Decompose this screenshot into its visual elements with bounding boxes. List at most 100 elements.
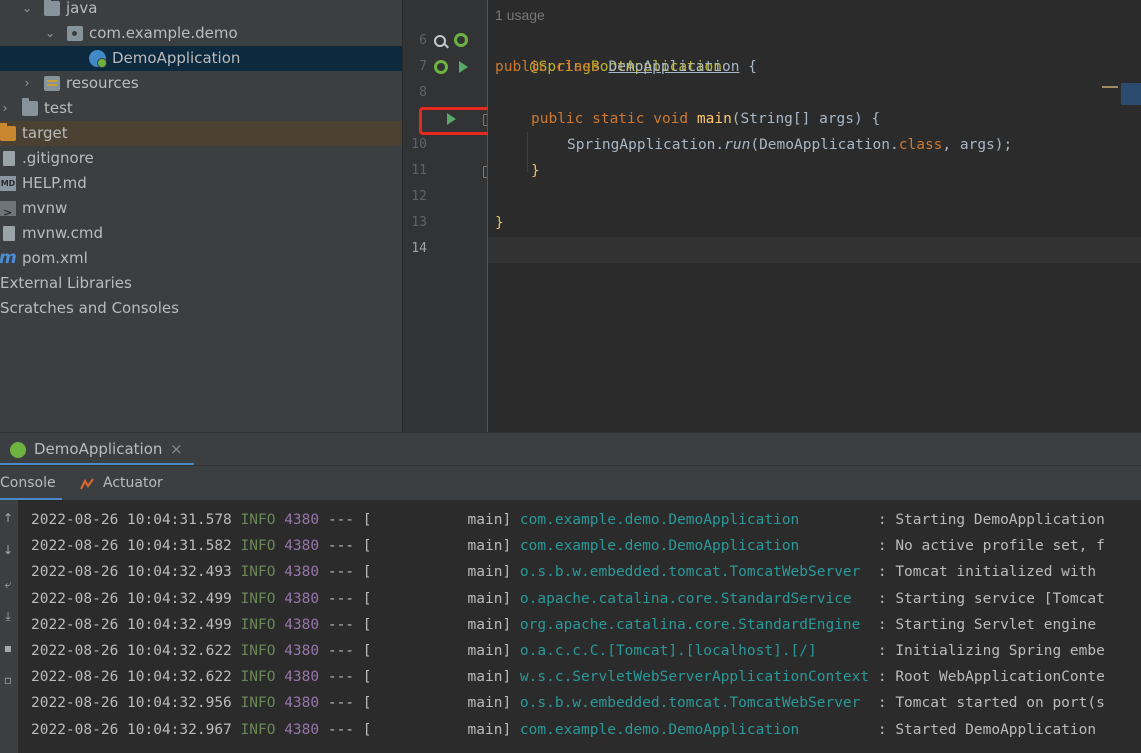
code-editor[interactable]: 1 usage @SpringBootApplication public cl…: [488, 0, 1141, 432]
log-timestamp: 2022-08-26 10:04:32.493: [31, 564, 232, 581]
log-pid: 4380: [284, 616, 320, 633]
log-message: : Initializing Spring embe: [869, 643, 1105, 659]
log-line: 2022-08-26 10:04:32.622 INFO 4380 --- [ …: [31, 638, 1105, 664]
tab-console[interactable]: Console: [0, 466, 56, 501]
log-logger: com.example.demo.DemoApplication: [519, 538, 870, 555]
log-timestamp: 2022-08-26 10:04:32.622: [31, 643, 232, 659]
tree-item-test[interactable]: › test: [0, 96, 402, 121]
log-timestamp: 2022-08-26 10:04:32.499: [31, 616, 232, 633]
line-number: 6: [419, 33, 427, 48]
log-line: 2022-08-26 10:04:32.499 INFO 4380 --- [ …: [31, 612, 1096, 638]
tree-item-package[interactable]: ⌄ com.example.demo: [0, 21, 402, 46]
log-logger: com.example.demo.DemoApplication: [519, 721, 870, 738]
package-icon: [67, 26, 83, 41]
indent-guide: [527, 132, 528, 172]
log-timestamp: 2022-08-26 10:04:32.967: [31, 721, 232, 738]
log-level: INFO: [240, 695, 276, 712]
scrollbar-thumb[interactable]: [1121, 83, 1141, 105]
log-message: : No active profile set, f: [869, 538, 1105, 555]
chevron-down-icon[interactable]: ⌄: [43, 21, 57, 46]
log-level: INFO: [240, 669, 276, 686]
tree-item-help-md[interactable]: MD HELP.md: [0, 171, 402, 196]
log-logger: com.example.demo.DemoApplication: [519, 512, 870, 528]
log-pid: 4380: [284, 721, 320, 738]
log-pid: 4380: [284, 643, 320, 659]
tree-item-demo-application[interactable]: DemoApplication: [0, 46, 402, 71]
log-line: 2022-08-26 10:04:31.582 INFO 4380 --- [ …: [31, 533, 1105, 559]
log-pid: 4380: [284, 669, 320, 686]
log-level: INFO: [240, 512, 276, 528]
spring-bean-icon[interactable]: [434, 60, 448, 74]
log-logger: org.apache.catalina.core.StandardEngine: [519, 616, 870, 633]
log-separator: --- [: [319, 564, 372, 581]
print-icon[interactable]: ▪: [2, 642, 14, 654]
run-class-icon[interactable]: [459, 61, 468, 73]
actuator-icon: [80, 476, 94, 490]
log-level: INFO: [240, 721, 276, 738]
log-thread: main]: [371, 564, 512, 581]
log-logger: o.apache.catalina.core.StandardService: [519, 590, 870, 607]
spring-class-icon: [89, 50, 107, 68]
tree-item-gitignore[interactable]: .gitignore: [0, 146, 402, 171]
log-timestamp: 2022-08-26 10:04:32.622: [31, 669, 232, 686]
run-tab-demo-application[interactable]: DemoApplication ×: [0, 433, 194, 466]
line-number: 10: [411, 137, 427, 152]
log-thread: main]: [371, 695, 512, 712]
folder-icon: [44, 0, 60, 16]
tree-item-pom-xml[interactable]: m pom.xml: [0, 246, 402, 271]
log-level: INFO: [240, 616, 276, 633]
terminal-file-icon: [0, 200, 16, 225]
log-message: : Starting service [Tomcat: [869, 590, 1105, 607]
log-message: : Root WebApplicationConte: [869, 669, 1105, 686]
folder-icon: [22, 98, 38, 116]
log-separator: --- [: [319, 538, 372, 555]
log-logger: w.s.c.ServletWebServerApplicationContext: [519, 669, 870, 686]
tree-item-external-libraries[interactable]: External Libraries: [0, 271, 402, 296]
tree-item-target[interactable]: target: [0, 121, 402, 146]
log-thread: main]: [371, 538, 512, 555]
close-icon[interactable]: ×: [170, 433, 183, 466]
log-line: 2022-08-26 10:04:32.967 INFO 4380 --- [ …: [31, 717, 1096, 743]
log-line: 2022-08-26 10:04:32.493 INFO 4380 --- [ …: [31, 559, 1096, 585]
tab-actuator[interactable]: Actuator: [103, 466, 163, 501]
log-separator: --- [: [319, 695, 372, 712]
log-separator: --- [: [319, 669, 372, 686]
chevron-down-icon[interactable]: ⌄: [20, 0, 34, 21]
current-line-highlight: [488, 237, 1141, 263]
console-output[interactable]: 2022-08-26 10:04:31.578 INFO 4380 --- [ …: [18, 500, 1141, 753]
log-thread: main]: [371, 616, 512, 633]
line-number: 12: [411, 189, 427, 204]
tree-item-resources[interactable]: › resources: [0, 71, 402, 96]
usage-hint[interactable]: 1 usage: [495, 2, 545, 28]
code-line-11: }: [531, 163, 540, 179]
soft-wrap-icon[interactable]: ⤶: [2, 578, 14, 590]
arrow-down-icon[interactable]: ↓: [2, 544, 14, 556]
log-separator: --- [: [319, 590, 372, 607]
project-tree: ⌄ java ⌄ com.example.demo DemoApplicatio…: [0, 0, 402, 432]
find-usages-icon[interactable]: [434, 35, 446, 47]
code-line-9: public static void main(String[] args) {: [531, 111, 881, 127]
log-separator: --- [: [319, 643, 372, 659]
console-side-toolbar: ↑ ↓ ⤶ ⤓ ▪ ▫: [0, 500, 18, 753]
resources-folder-icon: [44, 76, 60, 91]
code-line-10: SpringApplication.run(DemoApplication.cl…: [567, 137, 1013, 153]
line-number: 13: [411, 215, 427, 230]
tree-item-scratches[interactable]: Scratches and Consoles: [0, 296, 402, 321]
log-pid: 4380: [284, 590, 320, 607]
file-icon: [3, 151, 15, 166]
line-number: 14: [411, 241, 427, 256]
tree-item-java[interactable]: ⌄ java: [0, 0, 402, 21]
log-level: INFO: [240, 643, 276, 659]
log-level: INFO: [240, 564, 276, 581]
log-logger: o.s.b.w.embedded.tomcat.TomcatWebServer: [519, 564, 870, 581]
tree-item-mvnw[interactable]: mvnw: [0, 196, 402, 225]
chevron-right-icon[interactable]: ›: [0, 96, 12, 121]
code-line-6: @SpringBootApplication: [529, 59, 722, 75]
scroll-to-end-icon[interactable]: ⤓: [2, 610, 14, 622]
chevron-right-icon[interactable]: ›: [20, 71, 34, 96]
arrow-up-icon[interactable]: ↑: [2, 512, 14, 524]
tree-item-mvnw-cmd[interactable]: mvnw.cmd: [0, 221, 402, 246]
log-thread: main]: [371, 669, 512, 686]
spring-bean-icon[interactable]: [454, 33, 468, 47]
trash-icon[interactable]: ▫: [2, 674, 14, 686]
